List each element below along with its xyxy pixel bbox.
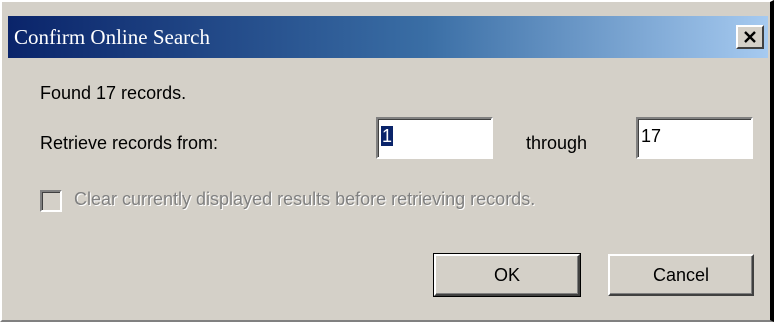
found-records-message: Found 17 records.	[40, 83, 187, 103]
close-icon	[744, 31, 756, 43]
confirm-online-search-dialog: Confirm Online Search Found 17 records. …	[0, 0, 774, 322]
clear-results-label: Clear currently displayed results before…	[74, 189, 536, 209]
title-bar[interactable]: Confirm Online Search	[8, 16, 768, 58]
ok-button[interactable]: OK	[433, 253, 581, 297]
from-record-value: 1	[381, 126, 394, 146]
to-record-input[interactable]: 17	[636, 117, 753, 159]
through-label: through	[526, 133, 588, 153]
clear-results-checkbox[interactable]	[40, 190, 62, 212]
close-button[interactable]	[736, 25, 764, 49]
window-title: Confirm Online Search	[14, 24, 210, 49]
cancel-button[interactable]: Cancel	[608, 254, 754, 296]
from-record-input[interactable]: 1	[376, 117, 493, 159]
ok-button-label: OK	[493, 264, 520, 285]
retrieve-from-label: Retrieve records from:	[40, 133, 219, 153]
to-record-value: 17	[641, 126, 662, 146]
cancel-button-label: Cancel	[652, 264, 710, 285]
